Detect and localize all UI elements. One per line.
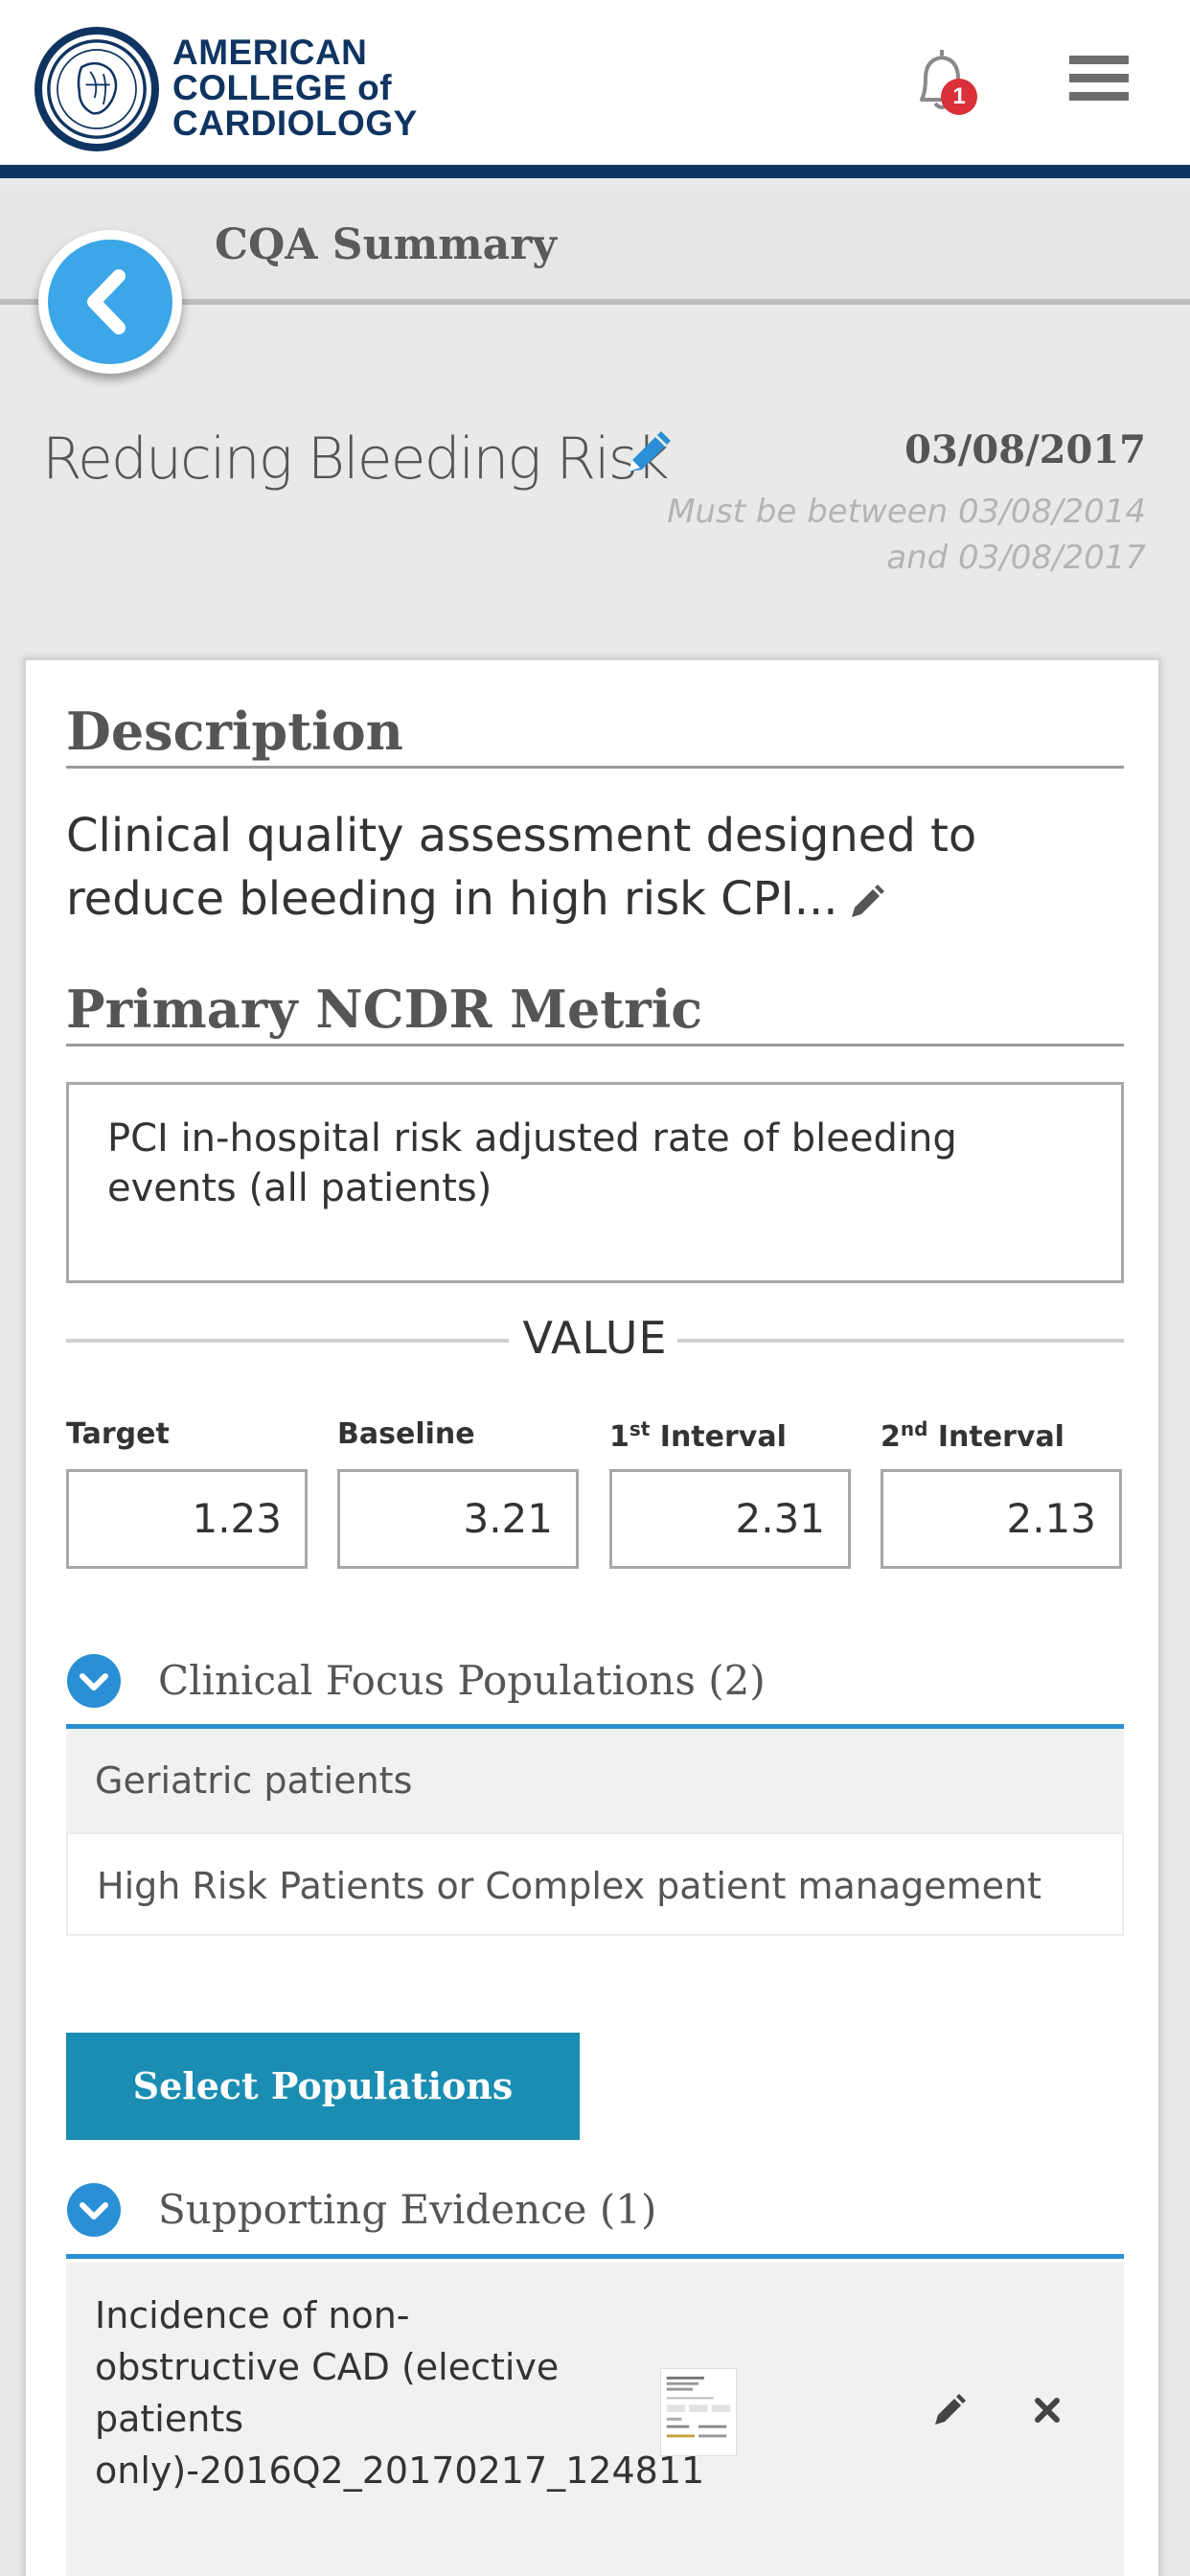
baseline-field: Baseline 3.21	[337, 1417, 579, 1569]
logo-line-1: AMERICAN	[172, 33, 368, 72]
interval-1-label: 1st Interval	[609, 1417, 787, 1454]
measure-date[interactable]: 03/08/2017	[904, 427, 1146, 472]
populations-heading: Clinical Focus Populations (2)	[158, 1657, 766, 1704]
back-button[interactable]	[38, 230, 182, 374]
interval-2-label: 2nd Interval	[881, 1417, 1064, 1454]
chevron-down-icon	[67, 1654, 121, 1708]
measure-title: Reducing Bleeding Risk	[42, 426, 670, 493]
chevron-left-icon	[48, 240, 172, 364]
document-thumbnail[interactable]	[660, 2368, 737, 2456]
target-field: Target 1.23	[66, 1417, 308, 1569]
section-divider	[66, 1044, 1124, 1046]
interval-2-input[interactable]: 2.13	[881, 1469, 1122, 1569]
chevron-down-icon	[67, 2183, 121, 2237]
cqa-detail-card: Description Clinical quality assessment …	[23, 657, 1161, 2576]
app-header: AMERICAN COLLEGE of CARDIOLOGY 1	[0, 0, 1190, 178]
metric-heading: Primary NCDR Metric	[66, 978, 703, 1040]
logo-line-3: CARDIOLOGY	[172, 104, 418, 143]
description-text: Clinical quality assessment designed to …	[66, 804, 1130, 931]
baseline-label: Baseline	[337, 1417, 475, 1451]
description-heading: Description	[66, 701, 403, 762]
page-title: CQA Summary	[215, 220, 557, 269]
accordion-divider	[66, 2254, 1124, 2259]
populations-accordion-header[interactable]: Clinical Focus Populations (2)	[66, 1649, 1124, 1718]
hamburger-icon[interactable]	[1069, 56, 1129, 102]
metric-text-box: PCI in-hospital risk adjusted rate of bl…	[66, 1082, 1124, 1283]
acc-seal-logo	[34, 27, 159, 151]
interval-1-input[interactable]: 2.31	[609, 1469, 851, 1569]
target-input[interactable]: 1.23	[66, 1469, 308, 1569]
description-value: Clinical quality assessment designed to …	[66, 809, 977, 926]
target-label: Target	[66, 1417, 170, 1451]
evidence-accordion-header[interactable]: Supporting Evidence (1)	[66, 2178, 1124, 2247]
evidence-heading: Supporting Evidence (1)	[158, 2186, 657, 2233]
logo-line-2: COLLEGE of	[172, 68, 393, 107]
select-populations-button[interactable]: Select Populations	[66, 2033, 580, 2140]
interval-1-field: 1st Interval 2.31	[609, 1417, 851, 1569]
interval-2-field: 2nd Interval 2.13	[881, 1417, 1122, 1569]
evidence-item: Incidence of non-obstructive CAD (electi…	[66, 2263, 1124, 2576]
list-item[interactable]: Geriatric patients	[66, 1729, 1124, 1832]
pencil-icon[interactable]	[846, 881, 888, 923]
pencil-icon[interactable]	[621, 427, 675, 481]
close-icon[interactable]	[1028, 2391, 1066, 2429]
pencil-icon[interactable]	[930, 2391, 969, 2429]
baseline-input[interactable]: 3.21	[337, 1469, 579, 1569]
list-item[interactable]: High Risk Patients or Complex patient ma…	[66, 1832, 1124, 1936]
evidence-name: Incidence of non-obstructive CAD (electi…	[95, 2294, 705, 2492]
value-heading: VALUE	[522, 1312, 668, 1364]
section-divider	[66, 766, 1124, 769]
date-range-hint: Must be between 03/08/2014 and 03/08/201…	[667, 493, 1146, 577]
notification-badge[interactable]: 1	[941, 79, 977, 115]
acc-wordmark: AMERICAN COLLEGE of CARDIOLOGY	[172, 34, 479, 141]
